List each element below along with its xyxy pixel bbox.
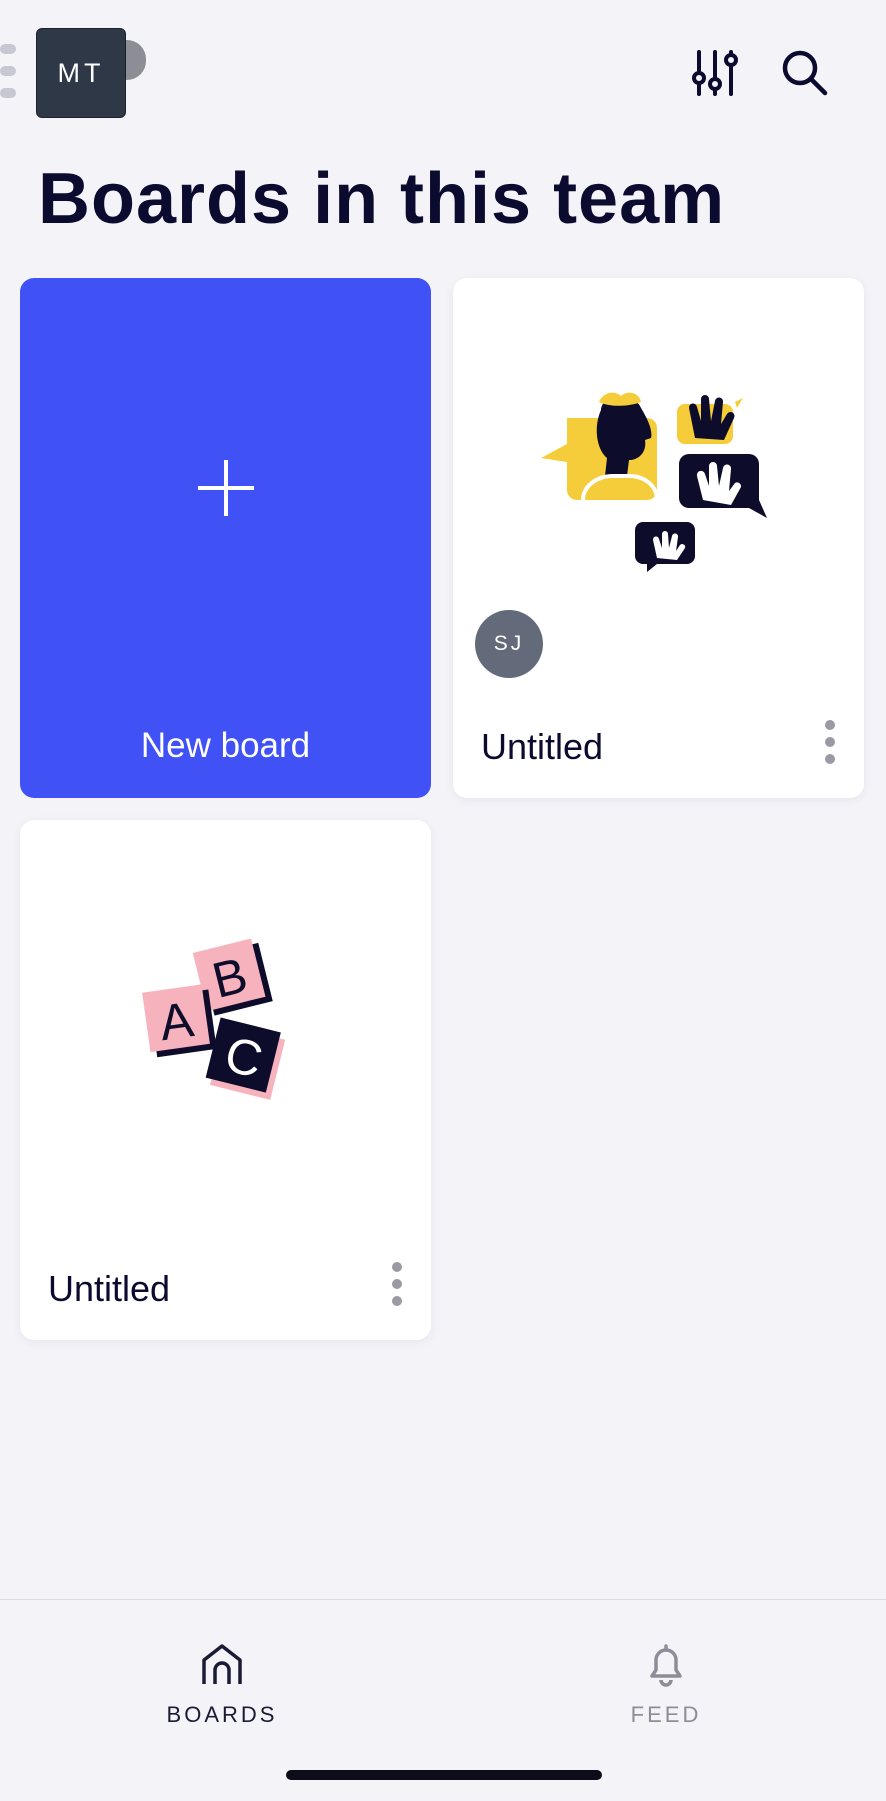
abc-blocks-illustration: B A C — [142, 938, 286, 1100]
nav-feed-label: FEED — [630, 1702, 702, 1727]
sliders-icon[interactable] — [688, 46, 742, 100]
nav-boards-label: BOARDS — [166, 1702, 278, 1727]
waving-chat-illustration — [541, 392, 767, 572]
board-card[interactable]: SJ Untitled — [453, 278, 864, 798]
page-title: Boards in this team — [38, 159, 726, 239]
board-title: Untitled — [481, 726, 604, 767]
owner-avatar: SJ — [475, 610, 543, 678]
new-board-card[interactable] — [20, 278, 431, 798]
board-card[interactable]: B A C Untitled — [20, 820, 431, 1340]
home-indicator — [286, 1770, 602, 1780]
board-title: Untitled — [48, 1268, 171, 1309]
team-avatar[interactable]: MT — [36, 28, 126, 118]
search-icon[interactable] — [778, 46, 832, 100]
more-options-icon[interactable] — [391, 1262, 403, 1306]
new-board-label: New board — [140, 726, 311, 765]
menu-icon[interactable] — [0, 44, 18, 102]
nav-feed[interactable]: FEED — [566, 1640, 766, 1728]
plus-icon — [198, 460, 254, 516]
bell-icon — [650, 1644, 682, 1687]
more-options-icon[interactable] — [824, 720, 836, 764]
home-icon — [202, 1644, 242, 1684]
nav-boards[interactable]: BOARDS — [122, 1640, 322, 1728]
